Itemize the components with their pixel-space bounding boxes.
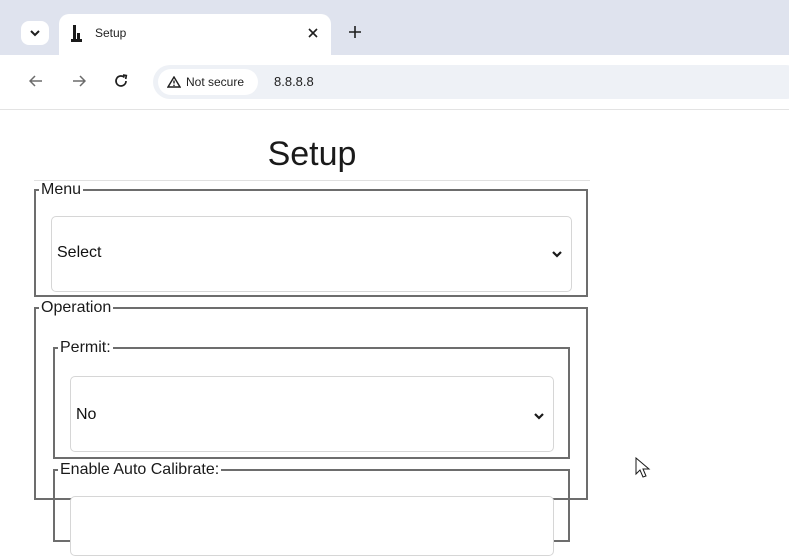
warning-triangle-icon xyxy=(167,76,181,88)
reload-icon xyxy=(115,74,128,87)
plus-icon xyxy=(349,26,361,38)
operation-fieldset: Operation Permit: No Enable Auto Calibra… xyxy=(34,299,588,556)
browser-toolbar: Not secure 8.8.8.8 xyxy=(0,55,789,110)
tab-close-button[interactable] xyxy=(304,24,322,42)
url-text: 8.8.8.8 xyxy=(274,74,314,89)
title-divider xyxy=(34,180,590,181)
operation-legend: Operation xyxy=(41,299,112,316)
forward-arrow-icon xyxy=(73,75,86,87)
tab-search-button[interactable] xyxy=(21,21,49,45)
chevron-down-icon xyxy=(534,413,544,420)
menu-fieldset: Menu Select xyxy=(34,182,588,297)
back-button[interactable] xyxy=(25,70,47,92)
page-title: Setup xyxy=(267,135,357,173)
back-arrow-icon xyxy=(29,75,42,87)
security-chip[interactable]: Not secure xyxy=(158,69,258,95)
tab-list-chevron-icon xyxy=(30,30,40,37)
menu-legend: Menu xyxy=(41,181,82,198)
security-label: Not secure xyxy=(186,75,245,89)
forward-button[interactable] xyxy=(68,70,90,92)
address-bar[interactable]: Not secure 8.8.8.8 xyxy=(153,65,789,99)
permit-fieldset: Permit: No xyxy=(53,340,570,459)
permit-legend: Permit: xyxy=(60,339,111,356)
menu-select-value: Select xyxy=(57,244,102,261)
new-tab-button[interactable] xyxy=(343,20,367,44)
close-icon xyxy=(308,28,318,38)
favicon-icon xyxy=(71,25,82,42)
menu-select[interactable]: Select xyxy=(51,216,572,292)
chevron-down-icon xyxy=(552,251,562,258)
permit-select[interactable]: No xyxy=(70,376,554,452)
permit-select-value: No xyxy=(76,406,97,423)
reload-button[interactable] xyxy=(110,70,132,92)
mouse-cursor-icon xyxy=(635,457,651,478)
auto-calibrate-fieldset: Enable Auto Calibrate: xyxy=(53,461,570,556)
auto-calibrate-legend: Enable Auto Calibrate: xyxy=(60,461,220,478)
tab-strip: Setup xyxy=(0,0,789,55)
active-tab[interactable]: Setup xyxy=(59,14,331,55)
auto-calibrate-select[interactable] xyxy=(70,496,554,556)
tab-title: Setup xyxy=(95,26,127,40)
